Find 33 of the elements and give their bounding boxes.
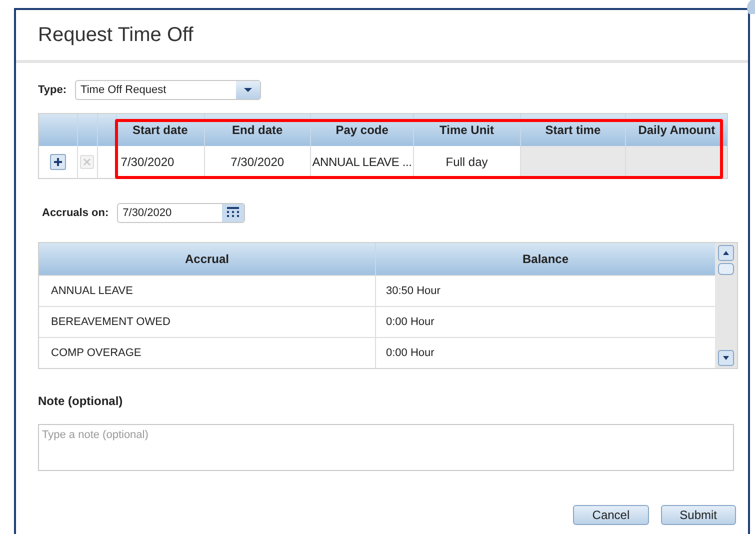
scroll-thumb-icon[interactable] [718, 263, 734, 275]
table-cell-text: 0:00 Hour [385, 346, 436, 361]
accruals-label: Accruals on: [42, 206, 109, 221]
column-header: Time Unit [412, 114, 520, 146]
table-cell-text: 0:00 Hour [385, 314, 436, 330]
scroll-up-icon[interactable] [718, 245, 734, 261]
scroll-down-icon[interactable] [718, 350, 734, 366]
note-field[interactable]: Type a note (optional) [38, 424, 734, 471]
header-cell [78, 114, 98, 146]
table-cell-text: 30:50 Hour [385, 284, 442, 299]
column-header: Balance [376, 243, 715, 275]
column-header: Pay code [310, 114, 413, 146]
cancel-button[interactable]: Cancel [573, 505, 649, 525]
submit-button[interactable]: Submit [660, 505, 736, 525]
table-cell: BEREAVEMENT OWED [39, 307, 376, 337]
note-label: Note (optional) [38, 394, 123, 408]
type-label: Type: [38, 82, 67, 98]
header-cell [98, 114, 116, 146]
dialog-title: Request Time Off [38, 23, 194, 48]
header-cell [39, 114, 78, 146]
scrollbar[interactable] [715, 243, 737, 368]
date-field[interactable]: 7/30/2020 [116, 203, 245, 223]
column-header: Start time [520, 114, 626, 146]
table-cell: ANNUAL LEAVE [39, 276, 376, 306]
column-header: Accrual [39, 243, 376, 275]
table-cell: ANNUAL LEAVE ... [310, 146, 413, 178]
table-cell: COMP OVERAGE [39, 338, 376, 368]
column-header: End date [204, 114, 310, 146]
type-dropdown[interactable]: Time Off Request [74, 80, 261, 100]
plus-icon [52, 157, 63, 167]
add-button[interactable] [50, 154, 66, 170]
calendar-icon [222, 204, 244, 222]
caret-icon [236, 81, 260, 99]
